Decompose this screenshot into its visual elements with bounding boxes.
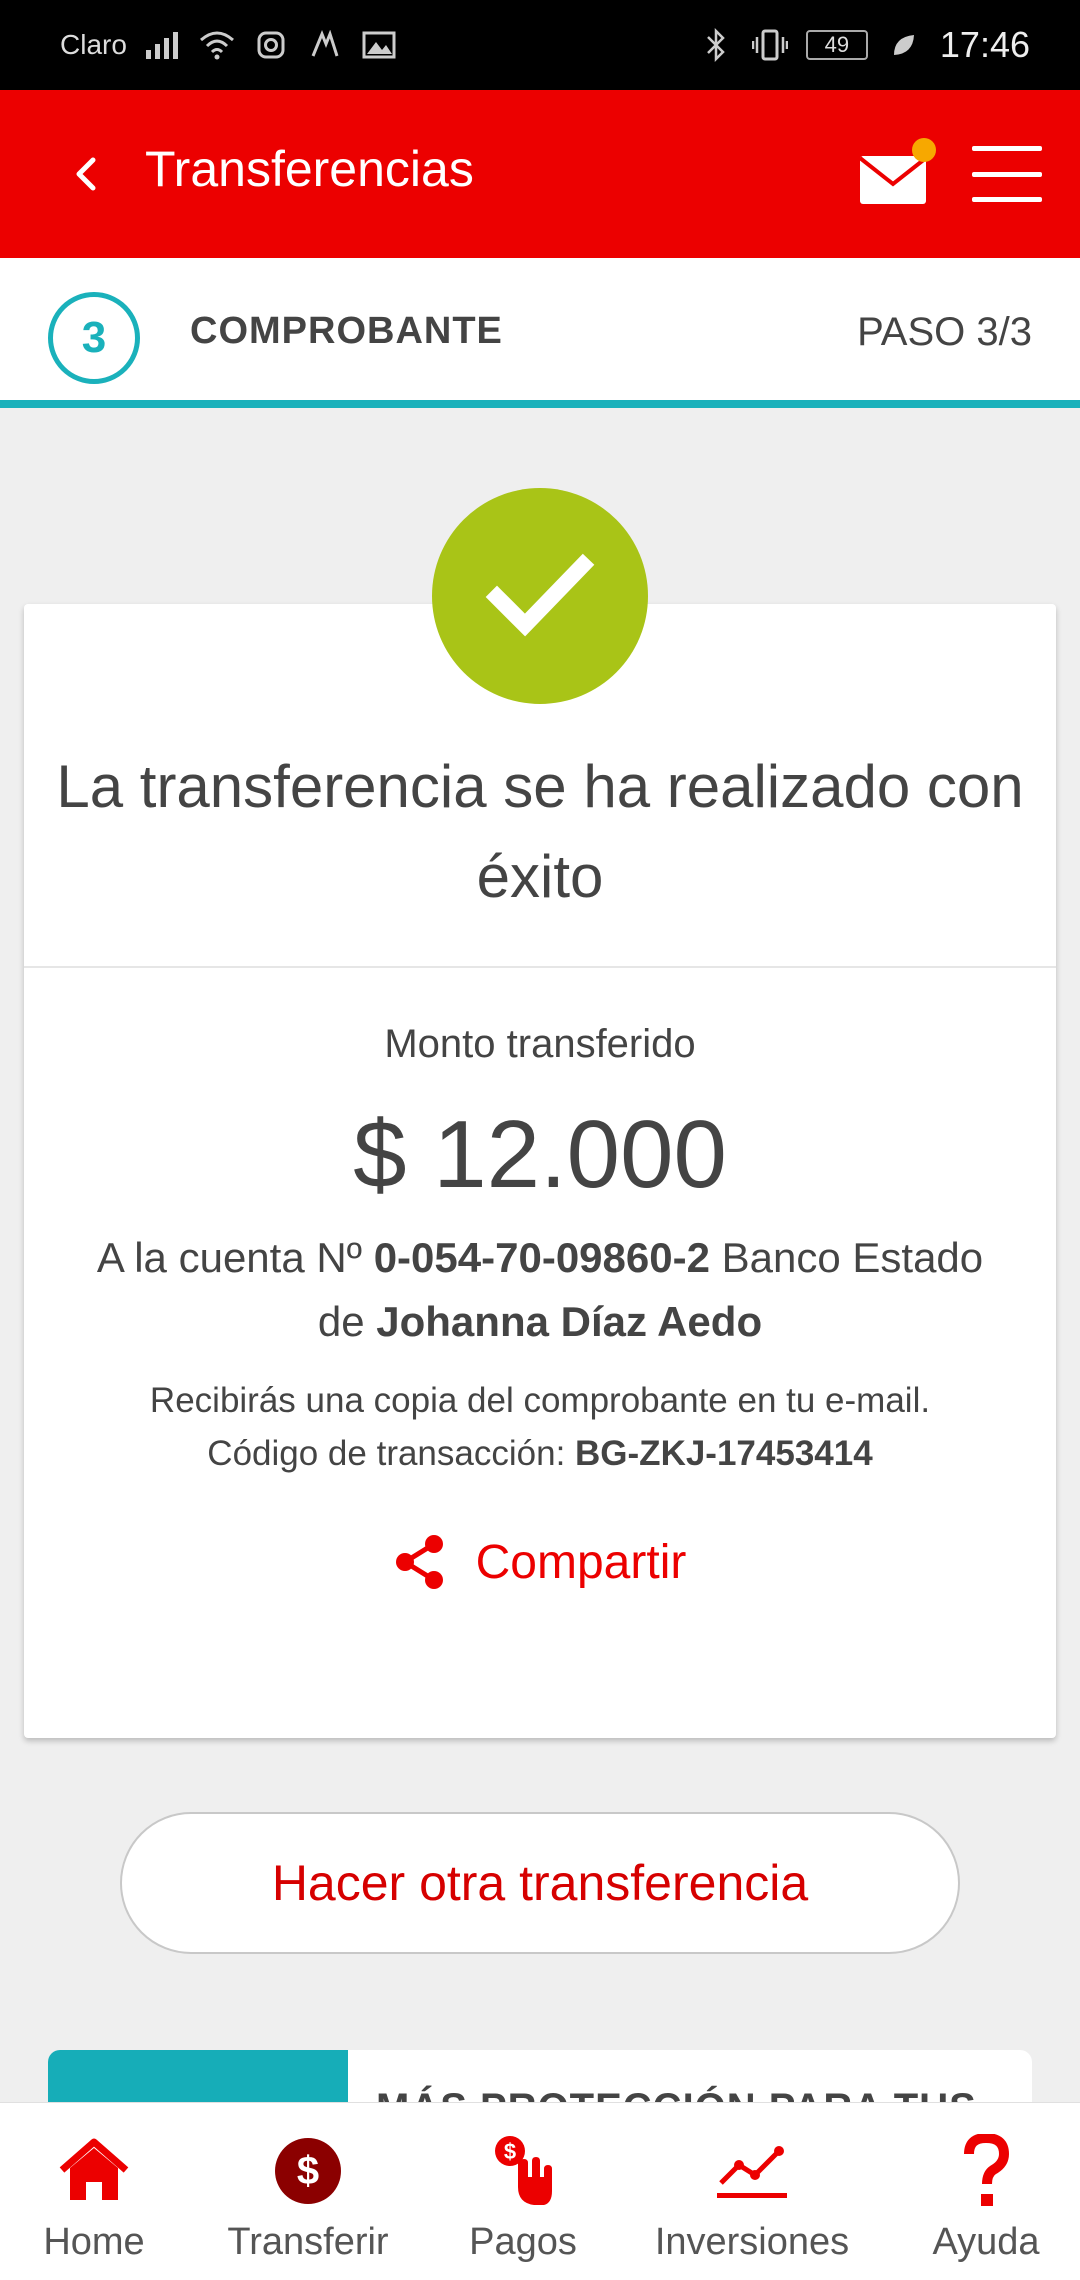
page-title: Transferencias: [145, 141, 474, 197]
status-left: Claro: [60, 27, 397, 63]
transaction-label: Código de transacción:: [207, 1434, 566, 1473]
messages-button[interactable]: [858, 136, 938, 212]
new-transfer-button[interactable]: Hacer otra transferencia: [120, 1812, 960, 1954]
step-number: 3: [48, 292, 140, 384]
share-label: Compartir: [475, 1535, 687, 1589]
svg-text:$: $: [504, 2139, 516, 2164]
nav-item-ayuda[interactable]: Ayuda: [926, 2103, 1046, 2280]
mail-icon: [858, 156, 928, 204]
app-notification-icon: [307, 27, 343, 63]
menu-line: [972, 171, 1042, 177]
nav-item-inversiones[interactable]: Inversiones: [652, 2103, 852, 2280]
nav-label-inversiones: Inversiones: [654, 2221, 850, 2263]
step-count: PASO 3/3: [857, 310, 1032, 354]
trend-chart-icon: [712, 2131, 792, 2211]
hand-payment-icon: $: [483, 2131, 563, 2211]
transaction-code: BG-ZKJ-17453414: [575, 1434, 873, 1473]
signal-icon: [145, 27, 181, 63]
gallery-icon: [361, 27, 397, 63]
success-message: La transferencia se ha realizado con éxi…: [56, 753, 1024, 910]
holder-name: Johanna Díaz Aedo: [376, 1298, 763, 1345]
amount-label: Monto transferido: [384, 1022, 696, 1066]
status-bar: Claro 49 17:46: [0, 0, 1080, 90]
nav-label-home: Home: [43, 2221, 145, 2263]
chevron-left-icon: [76, 157, 96, 191]
app-bar: Transferencias: [0, 90, 1080, 258]
question-icon: [946, 2131, 1026, 2211]
bottom-nav: Home $ Transferir $ Pagos Inversiones Ay…: [0, 2102, 1080, 2280]
share-button[interactable]: Compartir: [24, 1522, 1056, 1602]
notification-dot: [912, 138, 936, 162]
home-icon: [54, 2131, 134, 2211]
menu-button[interactable]: [972, 146, 1042, 202]
carrier-name: Claro: [60, 29, 127, 60]
nav-item-pagos[interactable]: $ Pagos: [460, 2103, 586, 2280]
battery-indicator: 49: [805, 30, 868, 60]
status-right: 49 17:46: [698, 24, 1030, 66]
account-info: A la cuenta Nº 0-054-70-09860-2 Banco Es…: [64, 1226, 1016, 1354]
account-prefix: A la cuenta Nº: [96, 1234, 363, 1281]
wifi-icon: [199, 27, 235, 63]
svg-text:$: $: [297, 2149, 319, 2193]
step-header: 3 COMPROBANTE PASO 3/3: [0, 258, 1080, 408]
menu-line: [972, 146, 1042, 151]
clock: 17:46: [939, 24, 1030, 65]
holder-prefix: de: [317, 1298, 365, 1345]
email-copy-note: Recibirás una copia del comprobante en t…: [149, 1381, 931, 1420]
nav-item-home[interactable]: Home: [20, 2103, 168, 2280]
email-note: Recibirás una copia del comprobante en t…: [44, 1374, 1036, 1480]
vibrate-icon: [751, 27, 788, 63]
share-icon: [395, 1535, 443, 1589]
nav-label-transferir: Transferir: [227, 2221, 389, 2263]
nav-label-ayuda: Ayuda: [932, 2221, 1040, 2263]
success-check-badge: [432, 488, 648, 704]
bank-name: Banco Estado: [721, 1234, 984, 1281]
amount-value: $ 12.000: [353, 1101, 727, 1208]
checkmark-icon: [485, 553, 595, 637]
instagram-icon: [253, 27, 289, 63]
leaf-icon: [886, 27, 922, 63]
account-number: 0-054-70-09860-2: [373, 1234, 710, 1281]
menu-line: [972, 197, 1042, 202]
nav-label-pagos: Pagos: [469, 2221, 577, 2263]
divider: [24, 966, 1056, 968]
back-button[interactable]: [50, 138, 122, 210]
step-label: COMPROBANTE: [190, 310, 503, 352]
bluetooth-icon: [698, 27, 734, 63]
dollar-icon: $: [268, 2131, 348, 2211]
receipt-card: La transferencia se ha realizado con éxi…: [24, 604, 1056, 1738]
nav-item-transferir[interactable]: $ Transferir: [222, 2103, 394, 2280]
